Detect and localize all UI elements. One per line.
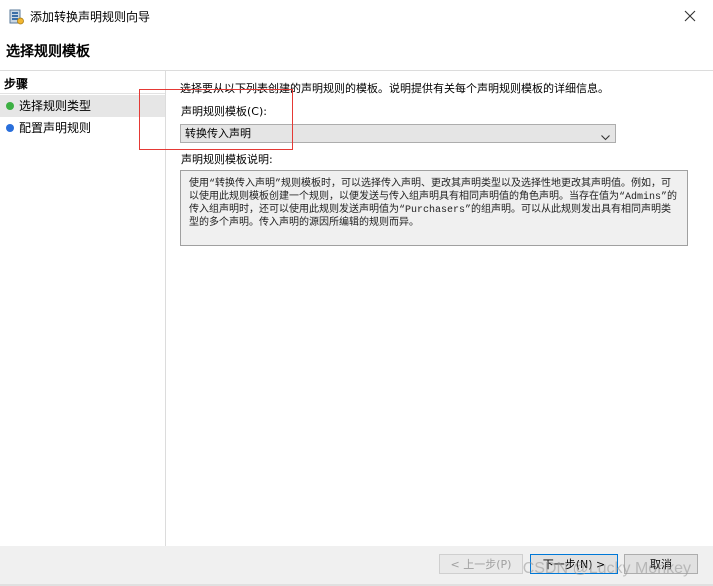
close-icon	[684, 10, 696, 25]
next-button[interactable]: 下一步(N) >	[530, 554, 618, 574]
step-configure-claim-rule[interactable]: 配置声明规则	[0, 117, 165, 139]
description-text: 使用“转换传入声明”规则模板时，可以选择传入声明、更改其声明类型以及选择性地更改…	[189, 179, 678, 229]
steps-divider	[0, 93, 165, 94]
step-select-rule-type[interactable]: 选择规则类型	[0, 95, 165, 117]
wizard-header: 选择规则模板	[0, 34, 713, 71]
template-label: 声明规则模板(C):	[181, 105, 267, 118]
description-label: 声明规则模板说明:	[181, 153, 273, 166]
template-dropdown[interactable]: 转换传入声明	[180, 124, 616, 143]
step-label: 选择规则类型	[19, 99, 92, 113]
step-pending-icon	[6, 124, 14, 132]
server-wizard-icon	[8, 9, 24, 25]
title-bar: 添加转换声明规则向导	[0, 0, 713, 34]
intro-text: 选择要从以下列表创建的声明规则的模板。说明提供有关每个声明规则模板的详细信息。	[180, 82, 609, 95]
step-complete-icon	[6, 102, 14, 110]
cancel-button[interactable]: 取消	[624, 554, 698, 574]
template-selected-value: 转换传入声明	[185, 127, 251, 140]
previous-button[interactable]: < 上一步(P)	[439, 554, 523, 574]
close-button[interactable]	[667, 0, 713, 34]
main-content: 选择要从以下列表创建的声明规则的模板。说明提供有关每个声明规则模板的详细信息。 …	[166, 71, 713, 546]
steps-pane: 步骤 选择规则类型 配置声明规则	[0, 71, 166, 546]
chevron-down-icon	[601, 130, 610, 141]
description-box: 使用“转换传入声明”规则模板时，可以选择传入声明、更改其声明类型以及选择性地更改…	[180, 170, 688, 246]
steps-heading: 步骤	[4, 77, 29, 91]
window-title: 添加转换声明规则向导	[30, 10, 151, 24]
step-label: 配置声明规则	[19, 121, 92, 135]
page-title: 选择规则模板	[6, 44, 90, 60]
wizard-footer: < 上一步(P) 下一步(N) > 取消 CSDN @Lucky Monkey	[0, 546, 713, 586]
